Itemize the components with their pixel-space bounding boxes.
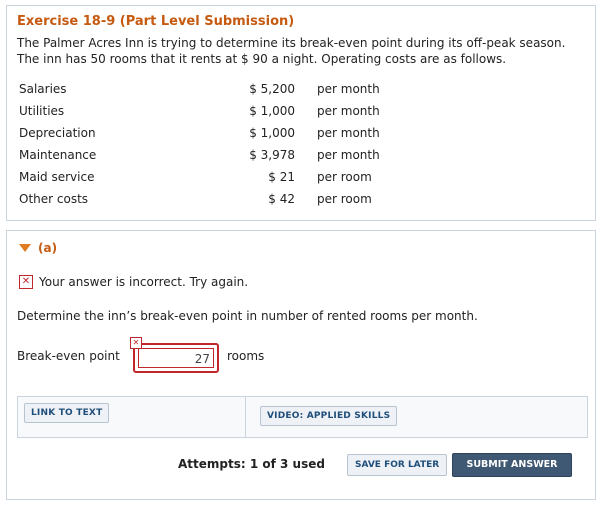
cost-amount: $ 3,978 — [249, 148, 295, 162]
cost-amount: $ 5,200 — [249, 82, 295, 96]
cost-label: Other costs — [19, 192, 89, 206]
cost-unit: per room — [317, 192, 372, 206]
question-text: Determine the inn’s break-even point in … — [17, 309, 478, 323]
cost-label: Maintenance — [19, 148, 97, 162]
cost-unit: per month — [317, 104, 380, 118]
part-toggle[interactable]: (a) — [17, 241, 57, 255]
cost-row: Maintenance $ 3,978 per month — [7, 148, 597, 170]
answer-input[interactable]: 27 — [138, 348, 214, 368]
cost-label: Depreciation — [19, 126, 96, 140]
attempts-text: Attempts: 1 of 3 used — [178, 457, 325, 471]
answer-field-wrapper: 27 ✕ — [130, 337, 219, 373]
cost-unit: per month — [317, 148, 380, 162]
submit-answer-button[interactable]: SUBMIT ANSWER — [452, 453, 572, 477]
problem-description: The Palmer Acres Inn is trying to determ… — [17, 36, 566, 66]
video-applied-skills-button[interactable]: VIDEO: APPLIED SKILLS — [260, 406, 398, 426]
part-label: (a) — [38, 241, 58, 255]
cost-unit: per month — [317, 126, 380, 140]
cost-amount: $ 42 — [268, 192, 295, 206]
error-x-icon: ✕ — [19, 275, 33, 289]
answer-label: Break-even point — [17, 349, 120, 363]
resources-box: LINK TO TEXT VIDEO: APPLIED SKILLS — [17, 396, 588, 438]
cost-label: Utilities — [19, 104, 65, 118]
cost-amount: $ 21 — [268, 170, 295, 184]
divider — [245, 397, 246, 437]
cost-unit: per room — [317, 170, 372, 184]
cost-amount: $ 1,000 — [249, 104, 295, 118]
cost-amount: $ 1,000 — [249, 126, 295, 140]
cost-label: Salaries — [19, 82, 67, 96]
triangle-down-icon — [19, 244, 31, 252]
status-text: Your answer is incorrect. Try again. — [39, 275, 249, 289]
cost-row: Other costs $ 42 per room — [7, 192, 597, 214]
cost-row: Salaries $ 5,200 per month — [7, 82, 597, 104]
answer-unit: rooms — [227, 349, 265, 363]
problem-panel: Exercise 18-9 (Part Level Submission) Th… — [6, 5, 596, 221]
cost-row: Maid service $ 21 per room — [7, 170, 597, 192]
incorrect-message: ✕ Your answer is incorrect. Try again. — [19, 275, 248, 289]
part-panel: (a) ✕ Your answer is incorrect. Try agai… — [6, 230, 596, 500]
cost-unit: per month — [317, 82, 380, 96]
exercise-title: Exercise 18-9 (Part Level Submission) — [17, 14, 295, 29]
cost-row: Depreciation $ 1,000 per month — [7, 126, 597, 148]
cost-label: Maid service — [19, 170, 95, 184]
error-x-icon: ✕ — [130, 337, 142, 349]
cost-row: Utilities $ 1,000 per month — [7, 104, 597, 126]
save-for-later-button[interactable]: SAVE FOR LATER — [347, 454, 448, 476]
link-to-text-button[interactable]: LINK TO TEXT — [24, 403, 110, 423]
